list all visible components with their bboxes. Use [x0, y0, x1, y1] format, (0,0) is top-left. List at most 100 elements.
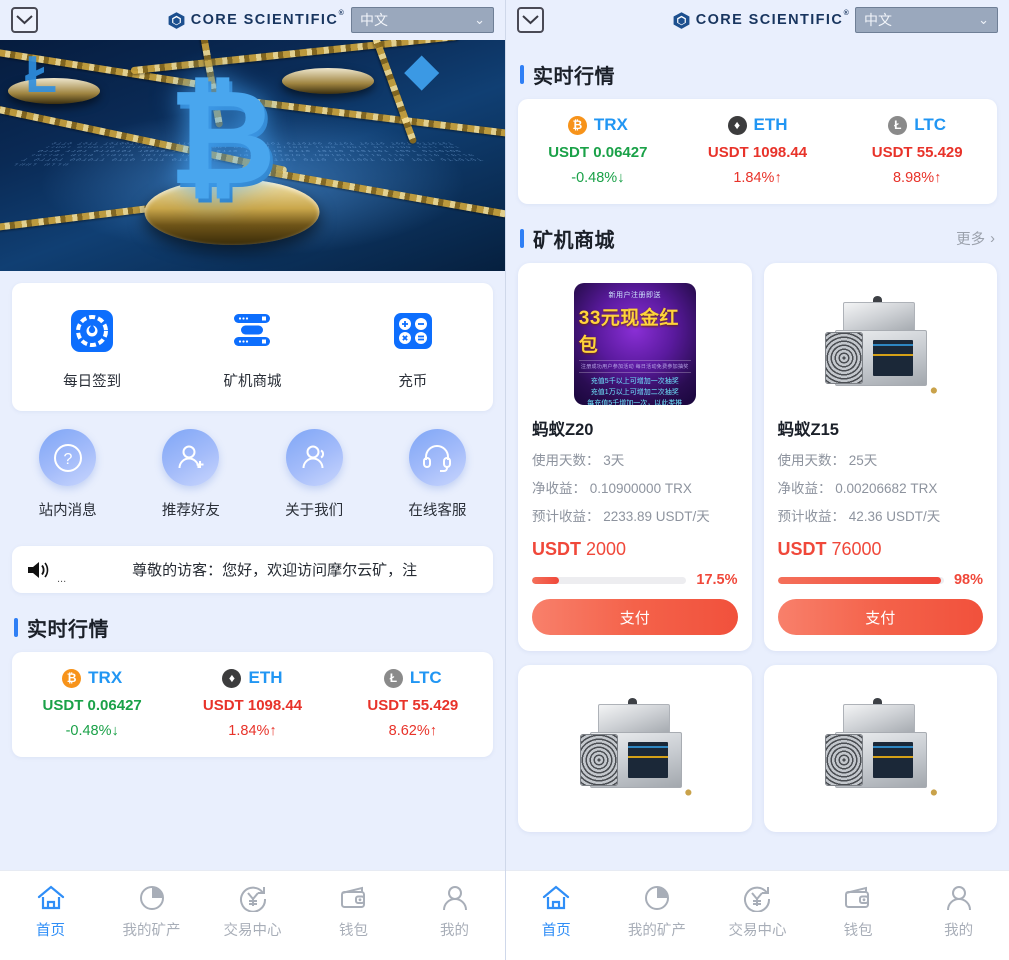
quote-symbol: ETH — [248, 668, 282, 688]
round-action-messages[interactable]: ? 站内消息 — [6, 429, 129, 520]
pay-button[interactable]: 支付 — [532, 599, 738, 635]
more-link[interactable]: 更多 › — [956, 228, 995, 249]
quote-head: ₿ TRX — [62, 668, 122, 688]
product-name: 蚂蚁Z20 — [532, 416, 738, 440]
product-price: USDT 76000 — [778, 539, 984, 560]
core-scientific-hex-icon — [167, 11, 186, 30]
product-card[interactable]: ⬤ — [764, 665, 998, 832]
mail-icon[interactable] — [11, 7, 38, 33]
home-icon — [541, 884, 571, 912]
quick-action-miner-mall[interactable]: 矿机商城 — [172, 308, 332, 391]
nav-item-wallet[interactable]: 钱包 — [303, 884, 404, 940]
user-icon — [440, 884, 470, 912]
quote-eth[interactable]: ♦ETHUSDT 1098.441.84%↑ — [678, 115, 838, 186]
product-estimated-income: 预计收益： 2233.89 USDT/天 — [532, 505, 738, 525]
bottom-navigation: 首页 我的矿产交易中心钱包 我的 — [0, 870, 505, 960]
language-value: 中文 — [864, 10, 892, 30]
quick-action-label: 矿机商城 — [223, 370, 281, 391]
hero-banner-image[interactable]: 0110 1011 10100101 0110 11010 010011 110… — [0, 40, 505, 271]
nav-item-wallet[interactable]: 钱包 — [808, 884, 909, 940]
quote-change: 1.84%↑ — [733, 170, 781, 186]
trend-arrow-icon: ↑ — [269, 723, 276, 739]
nav-item-label: 我的矿产 — [628, 919, 686, 940]
pay-button[interactable]: 支付 — [778, 599, 984, 635]
quote-ltc[interactable]: ŁLTCUSDT 55.4298.98%↑ — [837, 115, 997, 186]
quote-change: 8.62%↑ — [389, 723, 437, 739]
quick-action-daily-checkin[interactable]: 每日签到 — [12, 308, 172, 391]
home-scroll-area[interactable]: 0110 1011 10100101 0110 11010 010011 110… — [0, 40, 505, 870]
home-icon — [36, 884, 66, 912]
quick-action-deposit[interactable]: 充币 — [333, 308, 493, 391]
round-action-about-us[interactable]: 关于我们 — [253, 429, 376, 520]
round-action-refer-friend[interactable]: 推荐好友 — [129, 429, 252, 520]
product-card[interactable]: 新用户注册即送33元现金红包注册成功用户参加活动 每日活动免费参加抽奖充值5千以… — [518, 263, 752, 651]
nav-item-home[interactable]: 首页 — [0, 884, 101, 940]
mobile-screen-home: CORE SCIENTIFIC® 中文 ⌄ 0110 1011 10100101… — [0, 0, 505, 960]
quote-eth[interactable]: ♦ETHUSDT 1098.441.84%↑ — [172, 668, 332, 739]
nav-item-pie-chart[interactable]: 我的矿产 — [607, 884, 708, 940]
product-net-income: 净收益： 0.10900000 TRX — [532, 477, 738, 497]
mail-icon[interactable] — [517, 7, 544, 33]
brand-name: CORE SCIENTIFIC® — [696, 12, 843, 28]
daily-checkin-icon — [69, 308, 115, 354]
nav-item-pie-chart[interactable]: 我的矿产 — [101, 884, 202, 940]
trend-arrow-icon: ↓ — [112, 723, 119, 739]
nav-item-home[interactable]: 首页 — [506, 884, 607, 940]
progress-track — [778, 577, 944, 584]
bitcoin-symbol: ₿ — [168, 72, 276, 204]
core-scientific-hex-icon — [672, 11, 691, 30]
miner-product-image: ⬤ — [821, 696, 939, 796]
chevron-down-icon: ⌄ — [978, 12, 989, 28]
quote-trx[interactable]: ₿TRXUSDT 0.06427-0.48%↓ — [518, 115, 678, 186]
miner-product-image: ⬤ — [576, 696, 694, 796]
quote-head: ₿TRX — [568, 115, 628, 135]
round-action-support[interactable]: 在线客服 — [376, 429, 499, 520]
nav-item-exchange-yen[interactable]: 交易中心 — [707, 884, 808, 940]
nav-item-label: 我的矿产 — [123, 919, 181, 940]
trx-coin-icon: ₿ — [62, 669, 81, 688]
language-selector[interactable]: 中文 ⌄ — [855, 7, 998, 33]
nav-item-label: 首页 — [36, 919, 65, 940]
nav-item-user[interactable]: 我的 — [908, 884, 1009, 940]
mall-scroll-area[interactable]: 实时行情 ₿TRXUSDT 0.06427-0.48%↓♦ETHUSDT 109… — [506, 40, 1009, 870]
round-action-label: 站内消息 — [39, 499, 97, 520]
registered-mark: ® — [339, 10, 346, 17]
quote-trx[interactable]: ₿ TRX USDT 0.06427 -0.48%↓ — [12, 668, 172, 739]
product-image-wrap: ⬤ — [532, 679, 738, 812]
language-value: 中文 — [360, 10, 388, 30]
quote-symbol: TRX — [594, 115, 628, 135]
quote-change: -0.48%↓ — [66, 723, 119, 739]
announcement-bar[interactable]: ... 尊敬的访客：您好，欢迎访问摩尔云矿，注 — [12, 546, 493, 593]
quote-symbol: LTC — [410, 668, 442, 688]
headset-icon — [409, 429, 466, 486]
round-actions-row: ? 站内消息 推荐好友 关于我们 在线客服 — [0, 411, 505, 528]
product-grid-partial: ⬤⬤ — [506, 665, 1009, 832]
quote-head: ♦ETH — [222, 668, 282, 688]
nav-item-user[interactable]: 我的 — [404, 884, 505, 940]
quote-symbol: ETH — [754, 115, 788, 135]
section-accent-bar — [520, 65, 524, 84]
promo-terms: 充值5千以上可增加一次抽奖充值1万以上可增加二次抽奖每充值5千增加一次，以此类推 — [587, 376, 682, 405]
quote-symbol: TRX — [88, 668, 122, 688]
wallet-icon — [843, 884, 873, 912]
quote-price: USDT 0.06427 — [548, 144, 647, 161]
eth-coin-icon: ♦ — [728, 116, 747, 135]
trend-arrow-icon: ↓ — [617, 170, 624, 186]
deposit-icon — [390, 308, 436, 354]
chevron-right-icon: › — [990, 231, 995, 247]
quote-price: USDT 0.06427 — [43, 697, 142, 714]
quote-price: USDT 55.429 — [872, 144, 963, 161]
section-title: 实时行情 — [27, 613, 109, 642]
product-card[interactable]: ⬤蚂蚁Z15使用天数： 25天净收益： 0.00206682 TRX预计收益： … — [764, 263, 998, 651]
market-section-header: 实时行情 — [506, 40, 1009, 99]
miner-mall-icon — [229, 308, 275, 354]
quick-action-label: 充币 — [398, 370, 427, 391]
product-progress: 98% — [778, 572, 984, 588]
product-card[interactable]: ⬤ — [518, 665, 752, 832]
nav-item-label: 钱包 — [339, 919, 368, 940]
promo-headline: 33元现金红包 — [579, 303, 691, 357]
nav-item-exchange-yen[interactable]: 交易中心 — [202, 884, 303, 940]
round-action-label: 关于我们 — [285, 499, 343, 520]
language-selector[interactable]: 中文 ⌄ — [351, 7, 494, 33]
quote-ltc[interactable]: ŁLTCUSDT 55.4298.62%↑ — [333, 668, 493, 739]
